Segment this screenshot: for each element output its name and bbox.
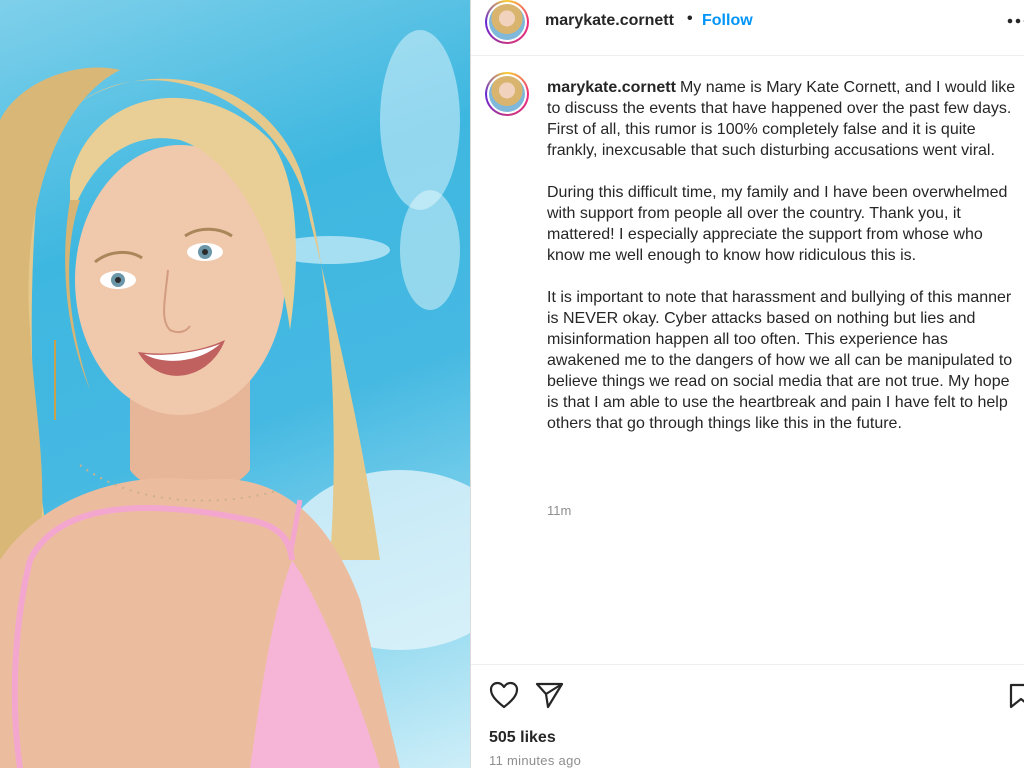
header-avatar[interactable]: [485, 0, 529, 44]
post-sidebar: marykate.cornett • Follow marykate.corne…: [470, 0, 1024, 768]
post-photo[interactable]: [0, 0, 470, 768]
heart-icon[interactable]: [489, 681, 519, 714]
avatar-ring-inner: [487, 74, 527, 114]
paper-plane-icon[interactable]: [535, 681, 565, 714]
likes-count[interactable]: 505 likes: [489, 729, 556, 747]
caption-paragraph-3: It is important to note that harassment …: [547, 289, 1013, 432]
instagram-post: marykate.cornett • Follow marykate.corne…: [0, 0, 1024, 768]
post-header: marykate.cornett • Follow: [471, 0, 1024, 56]
portrait-illustration: [0, 30, 470, 768]
avatar-ring-inner: [487, 2, 527, 42]
caption-time[interactable]: 11m: [547, 503, 571, 518]
post-timestamp[interactable]: 11 minutes ago: [489, 753, 581, 768]
header-separator: •: [687, 10, 693, 27]
caption-paragraph-1: marykate.cornett My name is Mary Kate Cor…: [547, 77, 1019, 161]
avatar-image: [489, 4, 525, 40]
caption-avatar[interactable]: [485, 72, 529, 116]
more-horizontal-icon[interactable]: [1007, 6, 1024, 42]
caption-username[interactable]: marykate.cornett: [547, 79, 676, 96]
header-username[interactable]: marykate.cornett: [545, 12, 674, 30]
caption-paragraph-2: During this difficult time, my family an…: [547, 184, 1008, 264]
follow-button[interactable]: Follow: [702, 12, 753, 30]
caption: marykate.cornett My name is Mary Kate Cor…: [547, 77, 1019, 455]
post-footer: 505 likes 11 minutes ago: [471, 664, 1024, 768]
avatar-image: [489, 76, 525, 112]
bookmark-icon[interactable]: [1009, 683, 1024, 714]
